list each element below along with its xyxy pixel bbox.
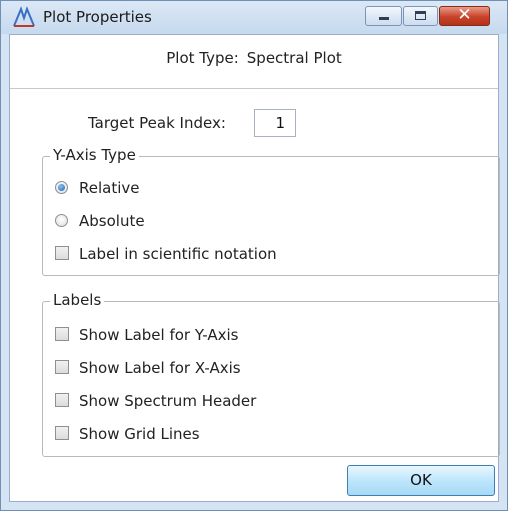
dialog-body: Plot Type: Spectral Plot Target Peak Inde… <box>9 34 500 502</box>
plot-type-label: Plot Type: <box>166 49 239 67</box>
plot-type-row: Plot Type: Spectral Plot <box>10 49 498 67</box>
labels-group: Labels Show Label for Y-Axis Show Label … <box>42 291 500 457</box>
show-y-axis-label-check-icon[interactable] <box>55 327 69 341</box>
close-button[interactable]: ✕ <box>439 5 490 26</box>
plot-type-value: Spectral Plot <box>246 49 342 67</box>
target-peak-label: Target Peak Index: <box>88 114 226 132</box>
show-spectrum-header-text: Show Spectrum Header <box>79 392 257 410</box>
labels-legend: Labels <box>50 291 105 309</box>
show-x-axis-label-check-icon[interactable] <box>55 360 69 374</box>
radio-relative-label: Relative <box>79 179 140 197</box>
divider <box>10 88 498 89</box>
maximize-button[interactable] <box>403 6 438 26</box>
minimize-icon <box>379 17 389 20</box>
radio-relative-icon[interactable] <box>55 181 68 194</box>
plot-peak-icon <box>13 6 35 27</box>
show-spectrum-header-check-icon[interactable] <box>55 393 69 407</box>
show-y-axis-label-text: Show Label for Y-Axis <box>79 326 239 344</box>
ok-button[interactable]: OK <box>347 465 495 496</box>
close-icon: ✕ <box>457 5 472 25</box>
maximize-icon <box>415 11 426 20</box>
plot-properties-window: Plot Properties ✕ Plot Type: Spectral Plo… <box>0 0 508 511</box>
y-axis-type-group: Y-Axis Type Relative Absolute Label in s… <box>42 146 500 276</box>
radio-absolute-label: Absolute <box>79 212 145 230</box>
minimize-button[interactable] <box>365 6 402 26</box>
title-bar[interactable]: Plot Properties ✕ <box>1 1 507 34</box>
show-grid-lines-check-icon[interactable] <box>55 426 69 440</box>
y-axis-type-legend: Y-Axis Type <box>50 146 139 164</box>
target-peak-input[interactable]: 1 <box>254 109 296 137</box>
scientific-notation-label: Label in scientific notation <box>79 245 277 263</box>
radio-absolute-icon[interactable] <box>55 214 68 227</box>
scientific-notation-check-icon[interactable] <box>55 246 69 260</box>
show-grid-lines-text: Show Grid Lines <box>79 425 200 443</box>
show-x-axis-label-text: Show Label for X-Axis <box>79 359 241 377</box>
window-title: Plot Properties <box>43 8 152 26</box>
